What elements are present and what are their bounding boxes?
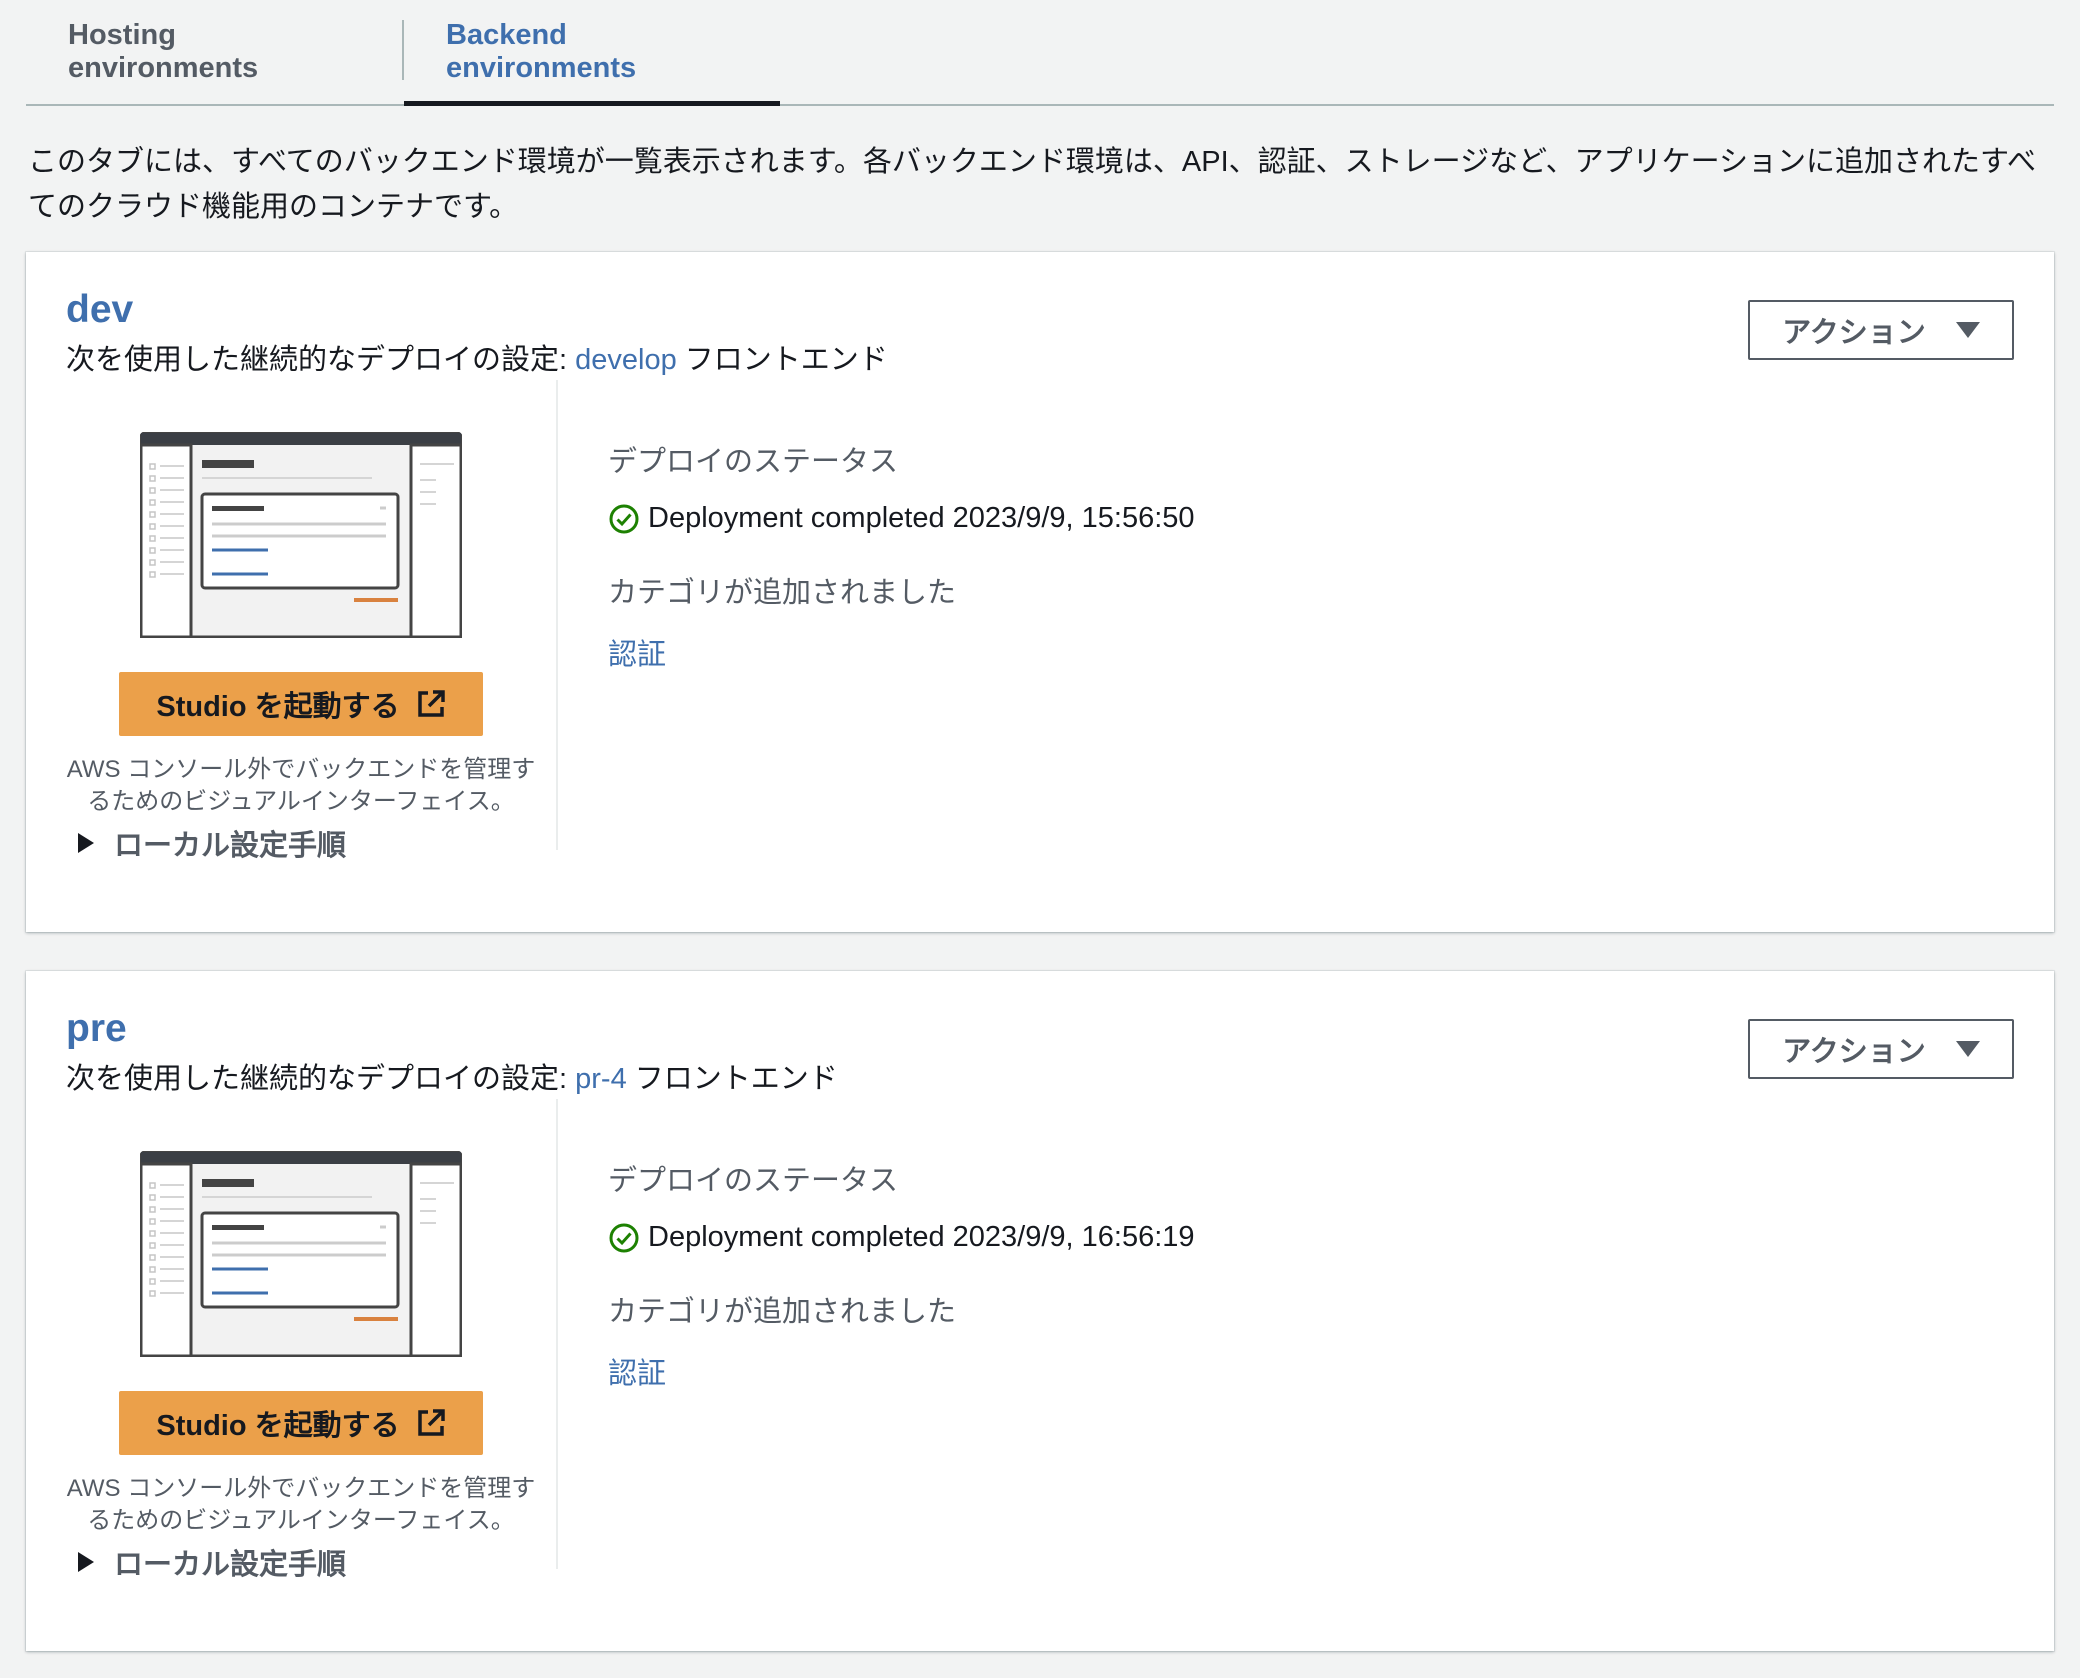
launch-studio-label: Studio を起動する bbox=[156, 1410, 400, 1442]
deploy-setting-suffix: フロントエンド bbox=[676, 344, 888, 376]
environment-card-pre: pre 次を使用した継続的なデプロイの設定: pr-4 フロントエンド アクショ… bbox=[26, 971, 2054, 1651]
caret-down-icon bbox=[1955, 322, 1980, 338]
tab-hosting-environments[interactable]: Hosting environments bbox=[26, 0, 402, 104]
actions-label: アクション bbox=[1782, 1036, 1926, 1068]
category-link-auth[interactable]: 認証 bbox=[608, 1350, 1195, 1392]
categories-label: カテゴリが追加されました bbox=[608, 577, 957, 609]
studio-description: AWS コンソール外でバックエンドを管理するためのビジュアルインターフェイス。 bbox=[66, 1475, 536, 1534]
launch-studio-button[interactable]: Studio を起動する bbox=[119, 672, 483, 736]
deploy-setting-suffix: フロントエンド bbox=[626, 1063, 838, 1095]
deploy-setting: 次を使用した継続的なデプロイの設定: develop フロントエンド bbox=[66, 336, 888, 378]
studio-description: AWS コンソール外でバックエンドを管理するためのビジュアルインターフェイス。 bbox=[66, 756, 536, 815]
deploy-setting-prefix: 次を使用した継続的なデプロイの設定: bbox=[66, 344, 576, 376]
categories-label: カテゴリが追加されました bbox=[608, 1296, 957, 1328]
branch-link[interactable]: develop bbox=[575, 344, 677, 376]
environment-tabs: Hosting environments Backend environment… bbox=[26, 0, 2054, 106]
local-setup-label: ローカル設定手順 bbox=[114, 830, 347, 862]
actions-dropdown-button[interactable]: アクション bbox=[1748, 300, 2014, 360]
backend-environments-page: Hosting environments Backend environment… bbox=[0, 0, 2080, 1678]
success-check-icon bbox=[609, 504, 639, 533]
caret-right-icon bbox=[78, 833, 94, 853]
intro-text: このタブには、すべてのバックエンド環境が一覧表示されます。各バックエンド環境は、… bbox=[28, 146, 2037, 223]
environment-name[interactable]: dev bbox=[66, 288, 133, 332]
deploy-status-label: デプロイのステータス bbox=[608, 446, 899, 478]
category-link-auth[interactable]: 認証 bbox=[608, 631, 1195, 673]
caret-right-icon bbox=[78, 1552, 94, 1572]
deploy-status: Deployment completed 2023/9/9, 16:56:19 bbox=[608, 1221, 1195, 1254]
deployment-info: デプロイのステータス Deployment completed 2023/9/9… bbox=[608, 1157, 1195, 1392]
launch-studio-label: Studio を起動する bbox=[156, 691, 400, 723]
deploy-status-text: Deployment completed 2023/9/9, 16:56:19 bbox=[648, 1221, 1195, 1253]
success-check-icon bbox=[609, 1223, 639, 1252]
local-setup-label: ローカル設定手順 bbox=[114, 1549, 347, 1581]
deployment-info: デプロイのステータス Deployment completed 2023/9/9… bbox=[608, 438, 1195, 673]
deploy-status-text: Deployment completed 2023/9/9, 15:56:50 bbox=[648, 502, 1195, 534]
local-setup-expander[interactable]: ローカル設定手順 bbox=[78, 822, 346, 864]
column-divider bbox=[556, 1099, 558, 1569]
environment-name[interactable]: pre bbox=[66, 1007, 127, 1051]
studio-illustration-icon bbox=[140, 1151, 462, 1357]
branch-link[interactable]: pr-4 bbox=[575, 1063, 627, 1095]
actions-dropdown-button[interactable]: アクション bbox=[1748, 1019, 2014, 1079]
launch-studio-button[interactable]: Studio を起動する bbox=[119, 1391, 483, 1455]
actions-label: アクション bbox=[1782, 317, 1926, 349]
studio-panel: Studio を起動する AWS コンソール外でバックエンドを管理するためのビジ… bbox=[26, 1101, 556, 1581]
studio-panel: Studio を起動する AWS コンソール外でバックエンドを管理するためのビジ… bbox=[26, 382, 556, 862]
deploy-setting: 次を使用した継続的なデプロイの設定: pr-4 フロントエンド bbox=[66, 1055, 838, 1097]
external-link-icon bbox=[417, 1409, 445, 1436]
deploy-status-label: デプロイのステータス bbox=[608, 1165, 899, 1197]
external-link-icon bbox=[417, 690, 445, 717]
column-divider bbox=[556, 380, 558, 850]
tab-backend-environments[interactable]: Backend environments bbox=[404, 0, 780, 106]
deploy-setting-prefix: 次を使用した継続的なデプロイの設定: bbox=[66, 1063, 576, 1095]
caret-down-icon bbox=[1955, 1041, 1980, 1057]
deploy-status: Deployment completed 2023/9/9, 15:56:50 bbox=[608, 502, 1195, 535]
studio-illustration-icon bbox=[140, 432, 462, 638]
local-setup-expander[interactable]: ローカル設定手順 bbox=[78, 1541, 346, 1583]
environment-card-dev: dev 次を使用した継続的なデプロイの設定: develop フロントエンド ア… bbox=[26, 252, 2054, 932]
